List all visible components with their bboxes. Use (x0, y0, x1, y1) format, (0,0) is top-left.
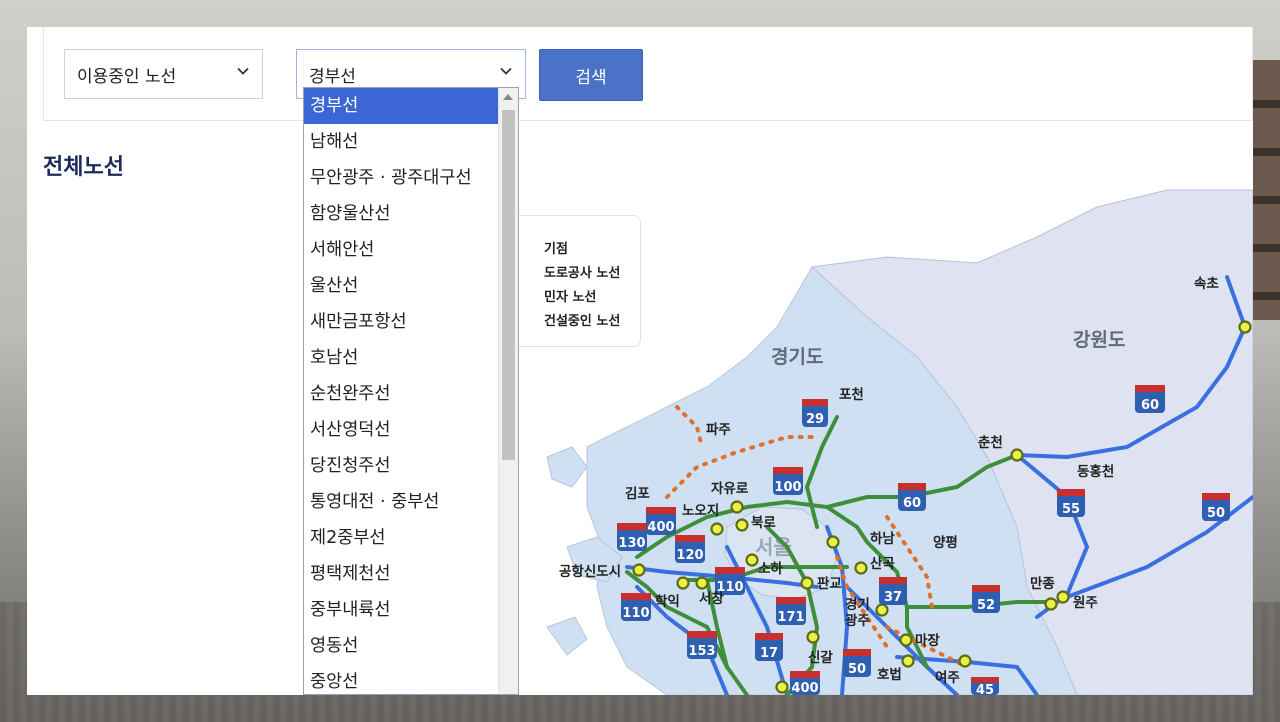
content-panel: 경기도 강원도 서울 29 60 100 60 55 50 400 130 12… (27, 27, 1253, 695)
dropdown-option[interactable]: 호남선 (304, 340, 500, 376)
svg-text:50: 50 (1207, 506, 1225, 521)
svg-text:여주: 여주 (935, 669, 960, 686)
svg-text:산곡: 산곡 (870, 555, 895, 572)
svg-text:서창: 서창 (699, 590, 724, 607)
svg-text:파주: 파주 (706, 422, 731, 438)
legend-item-origin: 기점 (544, 242, 568, 257)
svg-text:양평: 양평 (933, 534, 958, 551)
dropdown-option[interactable]: 당진청주선 (304, 448, 500, 484)
svg-text:130: 130 (618, 536, 645, 551)
dropdown-option[interactable]: 무안광주 · 광주대구선 (304, 160, 500, 196)
svg-text:110: 110 (622, 606, 649, 621)
svg-text:400: 400 (647, 520, 674, 535)
route-map: 경기도 강원도 서울 29 60 100 60 55 50 400 130 12… (517, 189, 1253, 695)
dropdown-option[interactable]: 새만금포항선 (304, 304, 500, 340)
legend-item-private: 민자 노선 (544, 290, 597, 305)
route-status-select[interactable]: 이용중인 노선 (64, 49, 263, 99)
svg-text:경기도: 경기도 (771, 346, 823, 368)
legend-item-expressway: 도로공사 노선 (544, 266, 621, 281)
dropdown-option[interactable]: 제2중부선 (304, 520, 500, 556)
dropdown-option[interactable]: 평택제천선 (304, 556, 500, 592)
svg-text:경기: 경기 (845, 596, 870, 613)
dropdown-option[interactable]: 영동선 (304, 628, 500, 664)
scrollbar-thumb[interactable] (502, 110, 515, 460)
svg-text:북로: 북로 (751, 515, 776, 531)
dropdown-option[interactable]: 남해선 (304, 124, 500, 160)
dropdown-scrollbar[interactable] (498, 88, 518, 694)
route-status-value: 이용중인 노선 (77, 66, 177, 87)
svg-text:동홍천: 동홍천 (1077, 463, 1114, 480)
svg-text:호법: 호법 (877, 667, 902, 683)
svg-text:춘천: 춘천 (978, 435, 1003, 451)
svg-text:400: 400 (791, 681, 818, 695)
svg-text:속초: 속초 (1194, 276, 1219, 292)
dropdown-option[interactable]: 서산영덕선 (304, 412, 500, 448)
svg-text:45: 45 (976, 683, 994, 695)
chevron-down-icon (500, 67, 512, 75)
svg-text:120: 120 (676, 548, 703, 563)
dropdown-option[interactable]: 울산선 (304, 268, 500, 304)
svg-text:37: 37 (884, 590, 902, 605)
svg-text:신갈: 신갈 (808, 650, 833, 666)
dropdown-option[interactable]: 경부선 (304, 88, 500, 124)
search-button[interactable]: 검색 (539, 49, 643, 101)
svg-text:마장: 마장 (915, 632, 940, 649)
dropdown-option[interactable]: 서해안선 (304, 232, 500, 268)
svg-text:29: 29 (806, 412, 824, 427)
svg-text:공항신도시: 공항신도시 (559, 563, 621, 580)
svg-text:52: 52 (977, 598, 995, 613)
dropdown-option[interactable]: 함양울산선 (304, 196, 500, 232)
svg-text:60: 60 (1141, 398, 1159, 413)
dropdown-option[interactable]: 순천완주선 (304, 376, 500, 412)
svg-text:171: 171 (777, 610, 804, 625)
dropdown-option[interactable]: 통영대전 · 중부선 (304, 484, 500, 520)
svg-text:자유로: 자유로 (711, 481, 749, 497)
svg-text:노오지: 노오지 (682, 503, 719, 519)
background-building (1250, 60, 1280, 320)
chevron-down-icon (237, 67, 249, 75)
svg-text:100: 100 (774, 480, 801, 495)
svg-text:만종: 만종 (1030, 576, 1055, 592)
section-title: 전체노선 (43, 155, 124, 180)
svg-text:소하: 소하 (758, 560, 783, 577)
svg-text:원주: 원주 (1073, 595, 1098, 611)
route-name-value: 경부선 (309, 66, 356, 87)
svg-text:50: 50 (848, 662, 866, 677)
svg-text:153: 153 (688, 644, 715, 659)
route-dropdown-list[interactable]: 경부선 남해선 무안광주 · 광주대구선 함양울산선 서해안선 울산선 새만금포항선 호남선 순… (303, 87, 519, 695)
svg-text:판교: 판교 (817, 576, 842, 592)
svg-text:강원도: 강원도 (1073, 329, 1125, 351)
svg-text:하남: 하남 (870, 530, 895, 547)
svg-text:17: 17 (760, 646, 778, 661)
svg-text:포천: 포천 (839, 387, 864, 403)
scroll-up-arrow-icon[interactable] (503, 94, 513, 100)
svg-text:김포: 김포 (625, 486, 650, 502)
svg-text:광주: 광주 (845, 612, 870, 629)
search-bar: 이용중인 노선 경부선 검색 (43, 27, 1253, 121)
dropdown-options: 경부선 남해선 무안광주 · 광주대구선 함양울산선 서해안선 울산선 새만금포항선 호남선 순… (304, 88, 500, 694)
svg-text:55: 55 (1062, 502, 1080, 517)
svg-text:학익: 학익 (655, 593, 680, 610)
legend-item-construction: 건설중인 노선 (544, 314, 621, 329)
svg-text:60: 60 (903, 496, 921, 511)
dropdown-option[interactable]: 중부내륙선 (304, 592, 500, 628)
dropdown-option[interactable]: 중앙선 (304, 664, 500, 694)
